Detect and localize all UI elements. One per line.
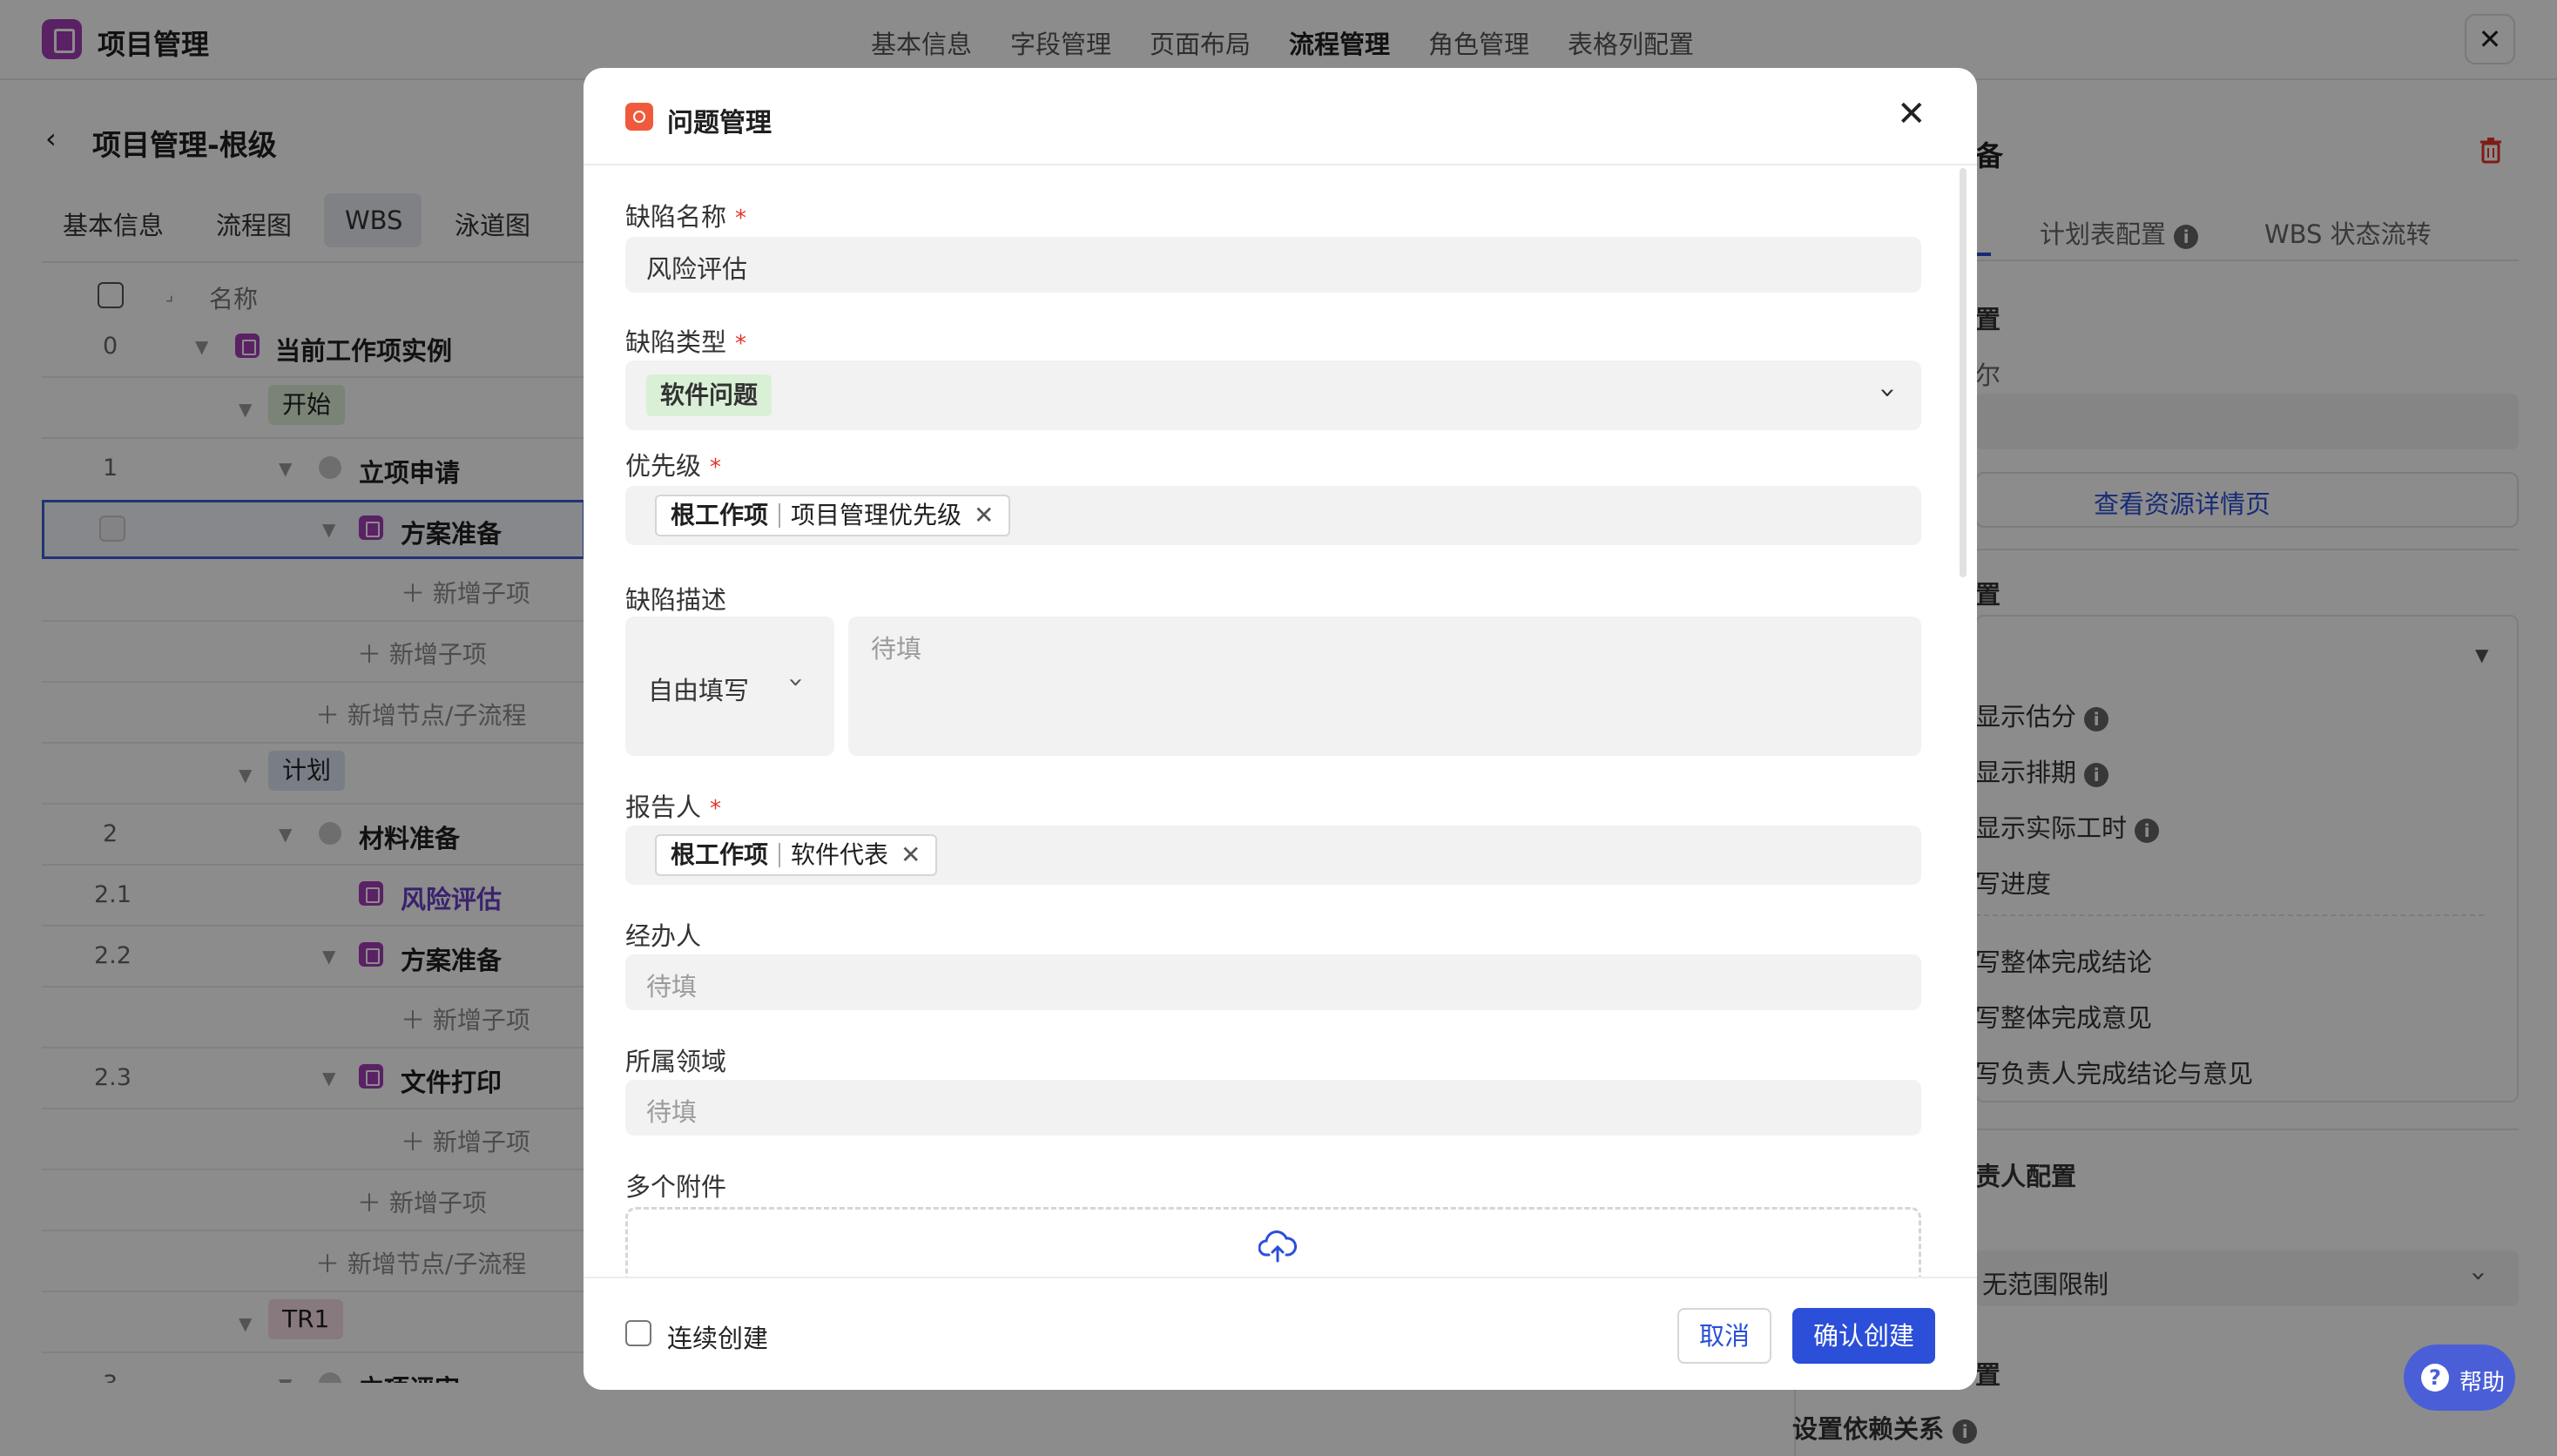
chevron-down-icon[interactable]: › [781, 677, 812, 688]
field-label-domain: 所属领域 [625, 1047, 727, 1076]
handler-placeholder: 待填 [646, 972, 698, 1001]
handler-input[interactable]: 待填 [625, 954, 1921, 1010]
cancel-button[interactable]: 取消 [1677, 1308, 1771, 1364]
dialog-header: 问题管理 ✕ [584, 68, 1977, 165]
reporter-select[interactable]: 根工作项 软件代表 ✕ [625, 826, 1921, 885]
field-label-defect-type: 缺陷类型 * [625, 327, 747, 357]
defect-type-select[interactable]: 软件问题 › [625, 361, 1921, 430]
upload-cloud-icon [1258, 1230, 1297, 1263]
dialog-title: 问题管理 [667, 108, 772, 138]
description-mode-select[interactable]: 自由填写 › [625, 617, 834, 756]
field-label-defect-name: 缺陷名称 * [625, 202, 747, 232]
description-textarea[interactable]: 待填 [848, 617, 1921, 756]
description-mode-value: 自由填写 [648, 676, 750, 705]
issue-type-icon [625, 103, 653, 131]
required-mark: * [710, 455, 722, 481]
create-issue-dialog: 问题管理 ✕ 缺陷名称 * 风险评估 缺陷类型 * 软件问题 › 优先级 * 根工作项… [584, 68, 1977, 1390]
remove-chip-icon[interactable]: ✕ [974, 501, 994, 529]
field-label-handler: 经办人 [625, 921, 702, 951]
domain-input[interactable]: 待填 [625, 1080, 1921, 1136]
required-mark: * [710, 796, 722, 822]
continuous-create-checkbox[interactable] [625, 1320, 651, 1346]
defect-type-tag: 软件问题 [646, 374, 772, 416]
remove-chip-icon[interactable]: ✕ [901, 840, 921, 869]
continuous-create-label[interactable]: 连续创建 [667, 1318, 768, 1355]
help-button[interactable]: ? 帮助 [2404, 1345, 2515, 1411]
defect-name-value: 风险评估 [646, 254, 748, 284]
question-icon: ? [2421, 1364, 2449, 1392]
chevron-down-icon[interactable]: › [1872, 388, 1905, 399]
reporter-chip[interactable]: 根工作项 软件代表 ✕ [655, 834, 937, 876]
field-label-description: 缺陷描述 [625, 585, 727, 615]
field-label-reporter: 报告人 * [625, 792, 722, 822]
domain-placeholder: 待填 [646, 1097, 698, 1127]
scrollbar[interactable] [1960, 168, 1967, 577]
required-mark: * [735, 331, 747, 357]
field-label-attachments: 多个附件 [625, 1172, 727, 1202]
required-mark: * [735, 206, 747, 232]
defect-name-input[interactable]: 风险评估 [625, 237, 1921, 293]
dialog-footer: 连续创建 取消 确认创建 [584, 1277, 1977, 1390]
description-placeholder: 待填 [871, 634, 922, 664]
confirm-create-button[interactable]: 确认创建 [1792, 1308, 1935, 1364]
field-label-priority: 优先级 * [625, 451, 722, 481]
close-icon[interactable]: ✕ [1897, 94, 1926, 134]
priority-chip[interactable]: 根工作项 项目管理优先级 ✕ [655, 495, 1010, 536]
priority-select[interactable]: 根工作项 项目管理优先级 ✕ [625, 486, 1921, 545]
